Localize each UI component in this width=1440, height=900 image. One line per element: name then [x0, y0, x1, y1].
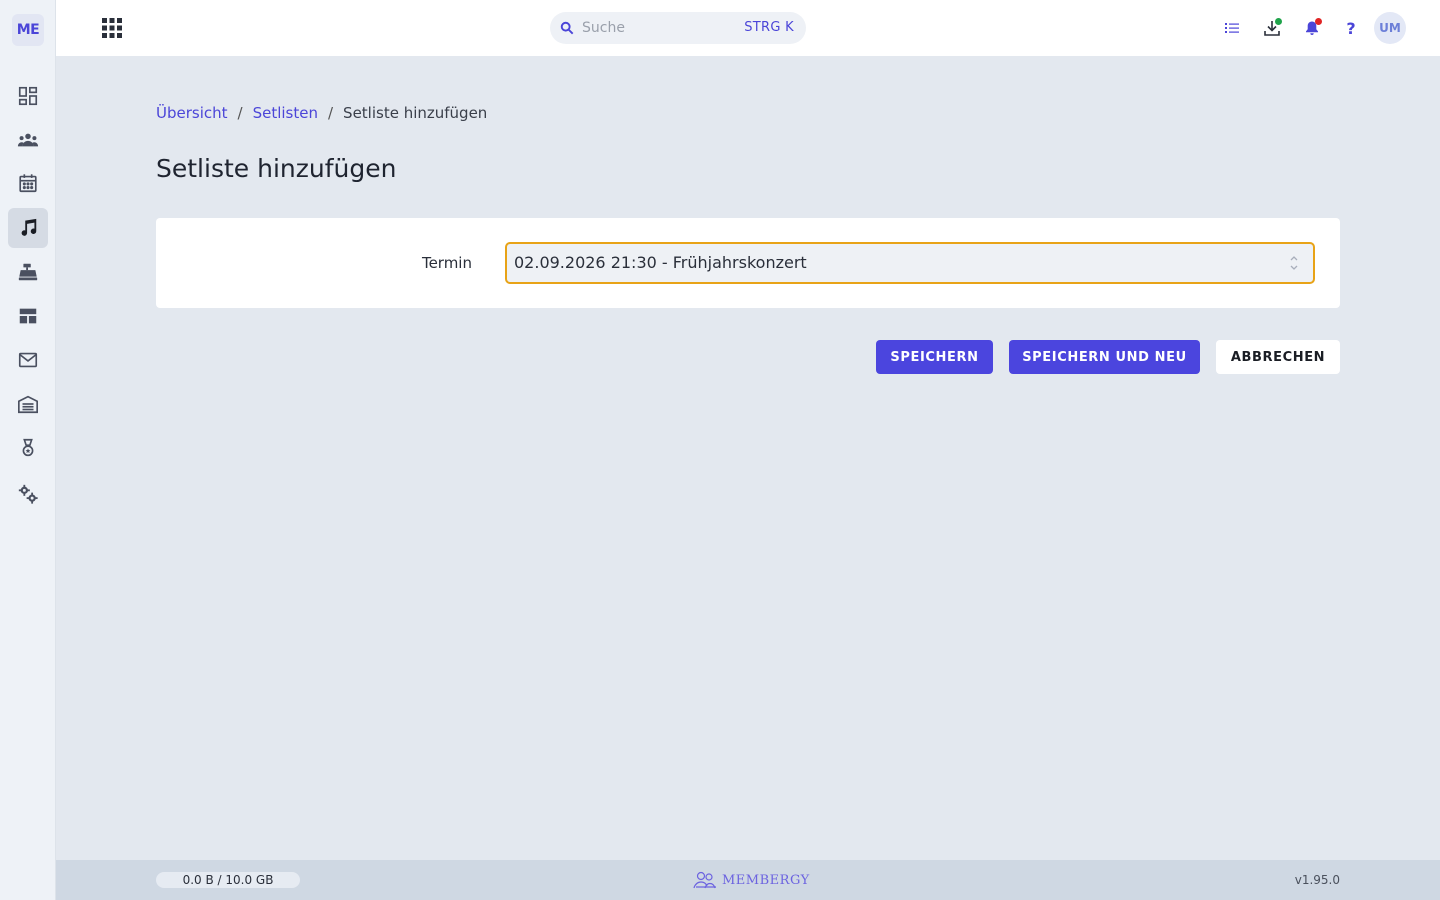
- mail-icon: [18, 352, 38, 368]
- brand-name: MEMBERGY: [722, 872, 810, 888]
- search-input[interactable]: [582, 18, 732, 38]
- sidebar-item-setlists[interactable]: [8, 208, 48, 248]
- cancel-button[interactable]: ABBRECHEN: [1216, 340, 1340, 374]
- storage-usage: 0.0 B / 10.0 GB: [156, 872, 300, 888]
- dashboard-icon: [18, 86, 38, 106]
- sidebar-item-awards[interactable]: [8, 428, 48, 468]
- music-note-icon: [21, 218, 37, 236]
- select-arrows-icon: [1290, 256, 1298, 270]
- help-button[interactable]: ?: [1339, 16, 1363, 40]
- avatar[interactable]: UM: [1374, 12, 1406, 44]
- list-icon: [1225, 23, 1239, 33]
- topbar: STRG K ? UM: [56, 0, 1440, 56]
- search-bar[interactable]: STRG K: [550, 12, 806, 44]
- sidebar-item-dashboard[interactable]: [8, 76, 48, 116]
- notification-dot: [1315, 18, 1322, 25]
- help-icon: ?: [1346, 18, 1356, 38]
- footer: 0.0 B / 10.0 GB MEMBERGY v1.95.0: [56, 860, 1440, 900]
- sidebar-item-warehouse[interactable]: [8, 384, 48, 424]
- tasks-button[interactable]: [1220, 16, 1244, 40]
- termin-select-value: 02.09.2026 21:30 - Frühjahrskonzert: [514, 253, 807, 272]
- sidebar-item-settings[interactable]: [8, 474, 48, 514]
- breadcrumb: Übersicht / Setlisten / Setliste hinzufü…: [156, 102, 487, 124]
- medal-icon: [22, 438, 34, 457]
- save-button[interactable]: SPEICHERN: [876, 340, 993, 374]
- search-shortcut-hint: STRG K: [744, 20, 794, 35]
- sidebar-item-mail[interactable]: [8, 340, 48, 380]
- warehouse-icon: [18, 395, 38, 414]
- setlist-form: Termin 02.09.2026 21:30 - Frühjahrskonze…: [156, 218, 1340, 308]
- breadcrumb-overview[interactable]: Übersicht: [156, 104, 228, 122]
- search-icon: [560, 21, 574, 35]
- save-and-new-button[interactable]: SPEICHERN UND NEU: [1009, 340, 1200, 374]
- members-icon: [17, 133, 39, 147]
- page-title: Setliste hinzufügen: [156, 154, 397, 183]
- termin-label: Termin: [421, 254, 472, 272]
- sidebar-item-calendar[interactable]: [8, 163, 48, 203]
- sidebar-item-tables[interactable]: [8, 296, 48, 336]
- breadcrumb-separator: /: [237, 104, 243, 122]
- sidebar: ME: [0, 0, 56, 900]
- apps-grid-icon: [102, 18, 122, 38]
- membergy-logo-icon: [693, 871, 716, 889]
- breadcrumb-current: Setliste hinzufügen: [343, 104, 488, 122]
- apps-menu-button[interactable]: [100, 16, 124, 40]
- sidebar-item-members[interactable]: [8, 120, 48, 160]
- download-status-dot: [1275, 18, 1282, 25]
- breadcrumb-setlists[interactable]: Setlisten: [253, 104, 318, 122]
- breadcrumb-separator: /: [327, 104, 334, 122]
- calendar-icon: [19, 174, 37, 193]
- app-version: v1.95.0: [1294, 873, 1340, 887]
- notifications-button[interactable]: [1300, 16, 1324, 40]
- settings-icon: [18, 484, 38, 504]
- cash-register-icon: [18, 263, 38, 281]
- downloads-button[interactable]: [1260, 16, 1284, 40]
- app-logo[interactable]: ME: [12, 14, 44, 46]
- sidebar-item-cash[interactable]: [8, 252, 48, 292]
- termin-select[interactable]: 02.09.2026 21:30 - Frühjahrskonzert: [505, 242, 1315, 284]
- brand-logo: MEMBERGY: [692, 870, 810, 890]
- table-layout-icon: [19, 308, 37, 324]
